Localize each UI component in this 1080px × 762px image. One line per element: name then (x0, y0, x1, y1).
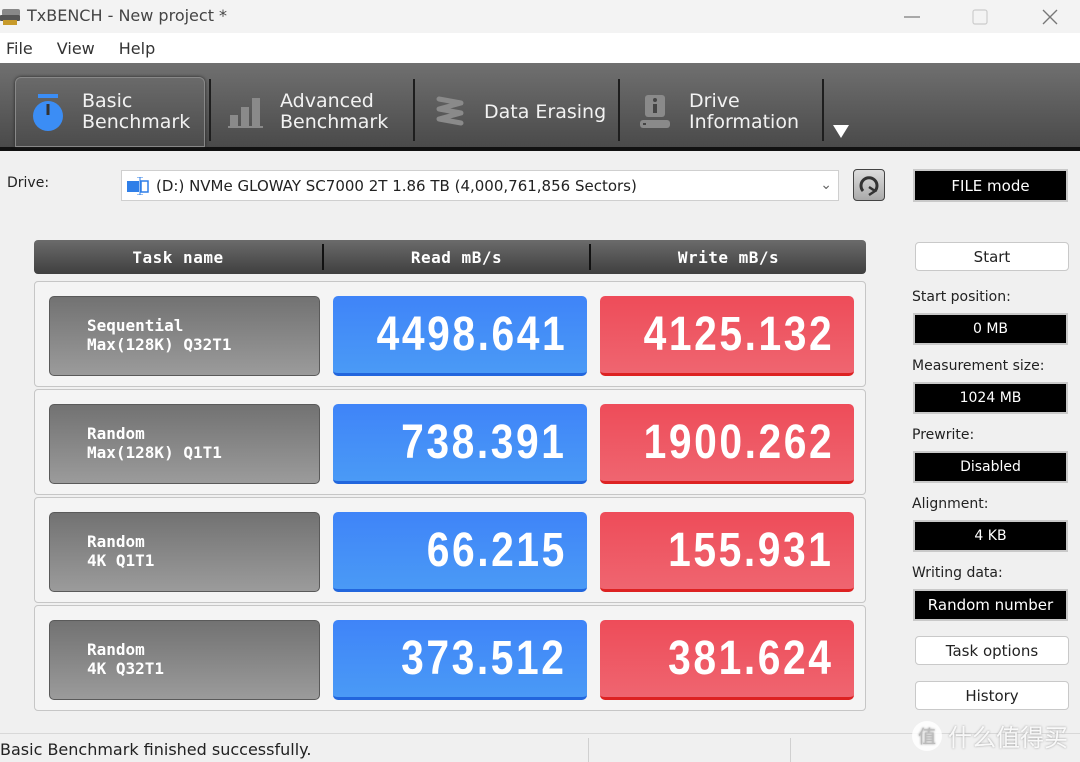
task-name-line1: Sequential (87, 316, 184, 335)
tab-drive-information[interactable]: Drive Information (623, 77, 819, 147)
write-result: 4125.132 (600, 296, 854, 376)
bar-chart-icon (226, 92, 266, 132)
minimize-icon (904, 15, 920, 18)
read-value: 373.512 (401, 632, 567, 685)
column-header-write: Write mB/s (677, 247, 780, 267)
maximize-button[interactable] (950, 0, 1010, 33)
task-button-random-q1t1[interactable]: Random Max(128K) Q1T1 (49, 404, 320, 484)
refresh-drives-button[interactable] (853, 169, 885, 201)
tab-label: Advanced (280, 90, 374, 112)
tab-divider (413, 79, 415, 141)
tab-label: Benchmark (82, 111, 191, 133)
status-divider (588, 738, 589, 762)
close-button[interactable] (1020, 0, 1080, 33)
history-button[interactable]: History (915, 681, 1069, 710)
task-options-button[interactable]: Task options (915, 636, 1069, 665)
task-name-line2: Max(128K) Q32T1 (87, 335, 232, 354)
read-result: 738.391 (333, 404, 587, 484)
task-name-line1: Random (87, 424, 145, 443)
table-row: Random 4K Q1T1 66.215 155.931 (34, 497, 866, 603)
prewrite-label: Prewrite: (912, 427, 975, 443)
prewrite-value[interactable]: Disabled (913, 451, 1068, 483)
write-result: 155.931 (600, 512, 854, 592)
close-icon (1042, 9, 1058, 24)
start-position-label: Start position: (912, 289, 1011, 305)
read-result: 373.512 (333, 620, 587, 700)
tab-advanced-benchmark[interactable]: Advanced Benchmark (214, 77, 410, 147)
tab-data-erasing[interactable]: Data Erasing (418, 77, 616, 147)
read-value: 66.215 (426, 524, 567, 577)
write-result: 1900.262 (600, 404, 854, 484)
measurement-size-value[interactable]: 1024 MB (913, 382, 1068, 414)
tab-basic-benchmark[interactable]: Basic Benchmark (15, 77, 205, 147)
app-icon (0, 9, 20, 25)
write-result: 381.624 (600, 620, 854, 700)
tab-divider (618, 79, 620, 141)
write-value: 4125.132 (643, 308, 834, 361)
title-bar: TxBENCH - New project * (0, 0, 1080, 33)
start-position-value[interactable]: 0 MB (913, 313, 1068, 345)
writing-data-label: Writing data: (912, 565, 1003, 581)
table-row: Random 4K Q32T1 373.512 381.624 (34, 605, 866, 711)
maximize-icon (972, 8, 988, 25)
menu-bar: File View Help (0, 33, 1080, 63)
watermark: 值 什么值得买 (912, 718, 1068, 753)
write-value: 1900.262 (643, 416, 834, 469)
minimize-button[interactable] (882, 0, 942, 33)
drive-select[interactable]: (D:) NVMe GLOWAY SC7000 2T 1.86 TB (4,00… (121, 170, 839, 201)
menu-file[interactable]: File (4, 39, 35, 58)
alignment-label: Alignment: (912, 496, 989, 512)
drive-select-value: (D:) NVMe GLOWAY SC7000 2T 1.86 TB (4,00… (156, 176, 637, 195)
task-name-line2: 4K Q32T1 (87, 659, 165, 678)
read-value: 4498.641 (376, 308, 567, 361)
read-result: 66.215 (333, 512, 587, 592)
start-button[interactable]: Start (915, 242, 1069, 271)
eraser-spring-icon (430, 92, 470, 132)
read-value: 738.391 (401, 416, 567, 469)
task-name-line1: Random (87, 640, 145, 659)
tab-divider (822, 79, 824, 141)
watermark-badge-icon: 值 (912, 720, 942, 751)
table-row: Random Max(128K) Q1T1 738.391 1900.262 (34, 389, 866, 495)
drive-icon (126, 176, 150, 195)
mode-indicator: FILE mode (913, 169, 1068, 202)
results-table-header: Task name Read mB/s Write mB/s (34, 240, 866, 274)
task-button-random-4k-q32t1[interactable]: Random 4K Q32T1 (49, 620, 320, 700)
stopwatch-icon (28, 92, 68, 132)
tab-divider (209, 79, 211, 141)
writing-data-value[interactable]: Random number (913, 589, 1068, 621)
status-message: Basic Benchmark finished successfully. (0, 740, 312, 759)
write-value: 381.624 (668, 632, 834, 685)
menu-view[interactable]: View (55, 39, 97, 58)
watermark-text: 什么值得买 (948, 724, 1068, 752)
more-tabs-arrow-icon[interactable] (833, 125, 849, 138)
tab-label: Information (689, 111, 799, 133)
task-name-line2: Max(128K) Q1T1 (87, 443, 222, 462)
status-divider (790, 738, 791, 762)
tab-label: Data Erasing (484, 100, 607, 123)
task-button-random-4k-q1t1[interactable]: Random 4K Q1T1 (49, 512, 320, 592)
drive-label: Drive: (7, 175, 50, 191)
task-name-line1: Random (87, 532, 145, 551)
task-button-sequential-q32t1[interactable]: Sequential Max(128K) Q32T1 (49, 296, 320, 376)
write-value: 155.931 (668, 524, 834, 577)
tab-label: Basic (82, 90, 133, 112)
alignment-value[interactable]: 4 KB (913, 520, 1068, 552)
task-name-line2: 4K Q1T1 (87, 551, 155, 570)
drive-info-icon (635, 92, 675, 132)
read-result: 4498.641 (333, 296, 587, 376)
mode-toolbar: Basic Benchmark Advanced Benchmark Data Er… (0, 63, 1080, 151)
table-row: Sequential Max(128K) Q32T1 4498.641 4125… (34, 281, 866, 387)
measurement-size-label: Measurement size: (912, 358, 1045, 374)
tab-label: Benchmark (280, 111, 389, 133)
refresh-icon (859, 176, 879, 197)
column-header-read: Read mB/s (410, 247, 503, 267)
column-header-task-name: Task name (132, 247, 224, 267)
tab-label: Drive (689, 90, 740, 112)
chevron-down-icon: ⌄ (820, 177, 832, 193)
menu-help[interactable]: Help (117, 39, 157, 58)
window-title: TxBENCH - New project * (27, 6, 228, 25)
